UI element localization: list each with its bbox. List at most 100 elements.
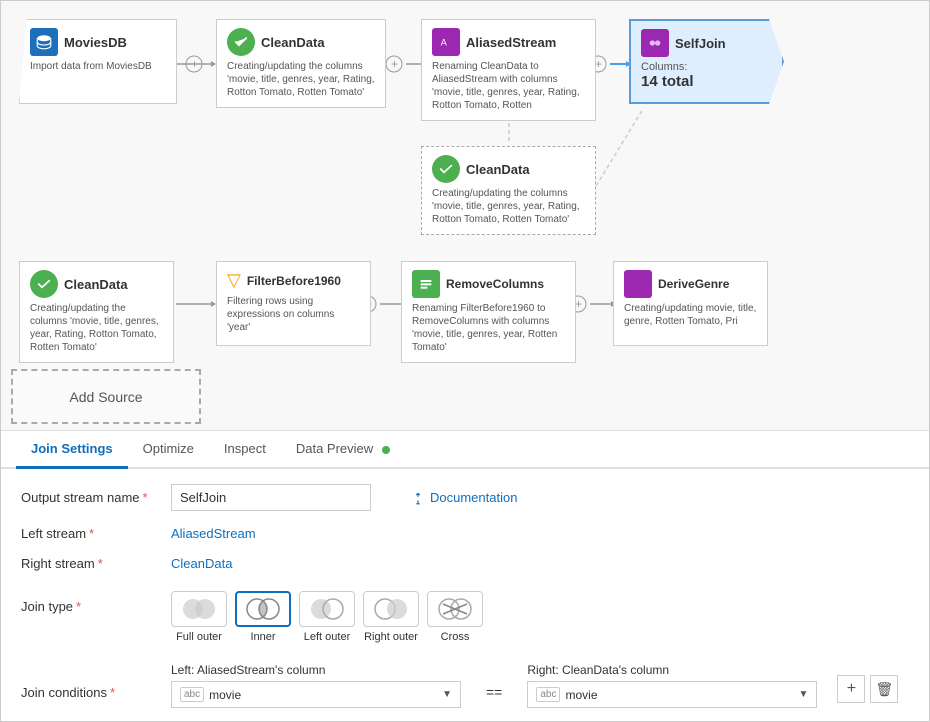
add-source-box[interactable]: Add Source <box>11 369 201 424</box>
settings-panel: Output stream name * Documentation Left … <box>1 469 929 721</box>
required-star: * <box>143 490 148 505</box>
cleandata3-title: CleanData <box>64 277 128 292</box>
svg-text:+: + <box>191 57 198 71</box>
action-buttons: + 🗑 <box>837 675 898 708</box>
add-source-label: Add Source <box>69 389 142 405</box>
cleandata1-title: CleanData <box>261 35 325 50</box>
removecolumns-title: RemoveColumns <box>446 277 544 291</box>
join-conditions-headers: Left: AliasedStream's column abc movie ▼… <box>171 663 898 708</box>
right-outer-icon <box>363 591 419 627</box>
node-cleandata3[interactable]: CleanData Creating/updating the columns … <box>19 261 174 363</box>
right-column-container: Right: CleanData's column abc movie ▼ <box>527 663 817 708</box>
join-type-left-outer[interactable]: Left outer <box>299 591 355 643</box>
selfjoin-title: SelfJoin <box>675 36 726 51</box>
filter-icon: ▽ <box>227 270 241 291</box>
right-column-header: Right: CleanData's column <box>527 663 817 677</box>
svg-text:+: + <box>595 57 602 71</box>
right-column-value: movie <box>565 688 597 702</box>
join-type-label: Join type * <box>21 591 161 614</box>
tab-join-settings[interactable]: Join Settings <box>16 431 128 469</box>
right-dropdown-chevron: ▼ <box>798 689 808 700</box>
join-type-right-outer[interactable]: Right outer <box>363 591 419 643</box>
inner-icon <box>235 591 291 627</box>
tab-optimize[interactable]: Optimize <box>128 431 209 469</box>
join-type-inner[interactable]: Inner <box>235 591 291 643</box>
cleandata2-icon <box>432 155 460 183</box>
node-removecolumns[interactable]: RemoveColumns Renaming FilterBefore1960 … <box>401 261 576 363</box>
left-column-container: Left: AliasedStream's column abc movie ▼ <box>171 663 461 708</box>
node-cleandata1[interactable]: CleanData Creating/updating the columns … <box>216 19 386 108</box>
derivegenre-title: DeriveGenre <box>658 277 729 291</box>
output-stream-label: Output stream name * <box>21 490 161 505</box>
node-filterbefore1960[interactable]: ▽ FilterBefore1960 Filtering rows using … <box>216 261 371 346</box>
selfjoin-columns-count: 14 total <box>641 73 772 90</box>
output-stream-row: Output stream name * Documentation <box>21 484 909 511</box>
left-abc-badge: abc <box>180 687 204 702</box>
left-column-header: Left: AliasedStream's column <box>171 663 461 677</box>
right-stream-row: Right stream * CleanData <box>21 556 909 571</box>
right-stream-value[interactable]: CleanData <box>171 556 232 571</box>
cleandata2-title: CleanData <box>466 162 530 177</box>
left-outer-label: Left outer <box>304 631 350 643</box>
node-aliasedstream[interactable]: A AliasedStream Renaming CleanData to Al… <box>421 19 596 121</box>
removecolumns-icon <box>412 270 440 298</box>
left-outer-icon <box>299 591 355 627</box>
tab-data-preview[interactable]: Data Preview <box>281 431 405 469</box>
join-type-row: Join type * Full outer <box>21 586 909 643</box>
svg-text:+: + <box>391 57 398 71</box>
right-outer-label: Right outer <box>364 631 418 643</box>
cross-icon <box>427 591 483 627</box>
documentation-link[interactable]: Documentation <box>411 490 517 505</box>
node-cleandata2[interactable]: CleanData Creating/updating the columns … <box>421 146 596 235</box>
cleandata2-desc: Creating/updating the columns 'movie, ti… <box>432 187 585 226</box>
join-conditions-row: Join conditions * Left: AliasedStream's … <box>21 658 909 708</box>
canvas-area: + + + + <box>1 1 929 431</box>
right-abc-badge: abc <box>536 687 560 702</box>
left-column-select[interactable]: abc movie ▼ <box>171 681 461 708</box>
documentation-label: Documentation <box>430 490 517 505</box>
selfjoin-columns-label: Columns: <box>641 61 772 73</box>
equals-sign: == <box>481 684 507 708</box>
join-types-container: Full outer Inner <box>171 591 483 643</box>
join-type-full-outer[interactable]: Full outer <box>171 591 227 643</box>
removecolumns-desc: Renaming FilterBefore1960 to RemoveColum… <box>412 302 565 354</box>
right-column-select[interactable]: abc movie ▼ <box>527 681 817 708</box>
left-dropdown-chevron: ▼ <box>442 689 452 700</box>
cleandata1-icon <box>227 28 255 56</box>
data-preview-dot <box>382 446 390 454</box>
cleandata3-icon <box>30 270 58 298</box>
tabs-bar: Join Settings Optimize Inspect Data Prev… <box>1 431 929 469</box>
delete-condition-button[interactable]: 🗑 <box>870 675 898 703</box>
output-stream-input[interactable] <box>171 484 371 511</box>
left-stream-value[interactable]: AliasedStream <box>171 526 256 541</box>
moviesdb-title: MoviesDB <box>64 35 127 50</box>
moviesdb-desc: Import data from MoviesDB <box>30 60 166 73</box>
join-conditions-label: Join conditions * <box>21 663 161 700</box>
aliasedstream-icon: A <box>432 28 460 56</box>
node-selfjoin[interactable]: SelfJoin Columns: 14 total <box>629 19 784 104</box>
node-moviesdb[interactable]: MoviesDB Import data from MoviesDB <box>19 19 177 104</box>
join-conditions-container: Left: AliasedStream's column abc movie ▼… <box>171 663 898 708</box>
derivegenre-desc: Creating/updating movie, title, genre, R… <box>624 302 757 328</box>
svg-text:+: + <box>575 297 582 311</box>
cleandata3-desc: Creating/updating the columns 'movie, ti… <box>30 302 163 354</box>
selfjoin-icon <box>641 29 669 57</box>
svg-text:A: A <box>441 37 448 47</box>
full-outer-icon <box>171 591 227 627</box>
add-condition-button[interactable]: + <box>837 675 865 703</box>
aliasedstream-desc: Renaming CleanData to AliasedStream with… <box>432 60 585 112</box>
full-outer-label: Full outer <box>176 631 222 643</box>
filterbefore1960-title: FilterBefore1960 <box>247 274 341 288</box>
cleandata1-desc: Creating/updating the columns 'movie, ti… <box>227 60 375 99</box>
node-derivegenre[interactable]: DeriveGenre Creating/updating movie, tit… <box>613 261 768 346</box>
left-column-value: movie <box>209 688 241 702</box>
filterbefore1960-desc: Filtering rows using expressions on colu… <box>227 295 360 334</box>
cross-label: Cross <box>441 631 470 643</box>
right-stream-label: Right stream * <box>21 556 161 571</box>
left-stream-label: Left stream * <box>21 526 161 541</box>
tab-inspect[interactable]: Inspect <box>209 431 281 469</box>
inner-label: Inner <box>250 631 275 643</box>
join-type-cross[interactable]: Cross <box>427 591 483 643</box>
moviesdb-icon <box>30 28 58 56</box>
aliasedstream-title: AliasedStream <box>466 35 556 50</box>
